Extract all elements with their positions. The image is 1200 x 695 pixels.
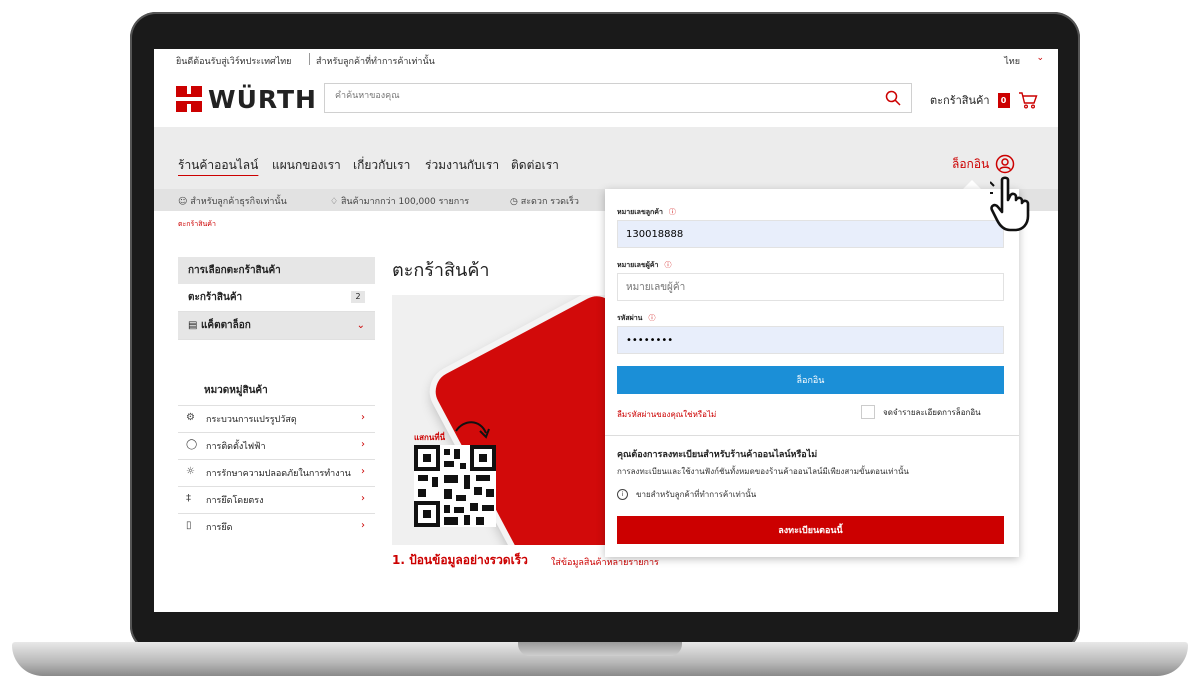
chevron-down-icon[interactable]: ⌄	[1036, 53, 1044, 63]
benefit-products-text: สินค้ามากกว่า 100,000 รายการ	[340, 197, 470, 207]
chevron-right-icon: ›	[361, 466, 365, 477]
scan-here-label: แสกนที่นี่	[414, 433, 446, 442]
cart-count-badge: 0	[997, 92, 1010, 108]
register-question: คุณต้องการลงทะเบียนสำหรับร้านค้าออนไลน์ห…	[617, 450, 818, 460]
category-label: การยึด	[206, 523, 233, 533]
site-header: WÜRTH ตะกร้าสินค้า 0	[154, 71, 1058, 127]
qr-code-icon	[414, 445, 496, 527]
category-item[interactable]: ‡ การยึดโดยตรง ›	[178, 486, 375, 513]
cart-sidebar: การเลือกตะกร้าสินค้า ตะกร้าสินค้า 2 ▤ แค…	[178, 257, 375, 340]
processing-icon: ⚙	[186, 412, 195, 423]
sidebar-item-cart[interactable]: ตะกร้าสินค้า 2	[178, 284, 375, 312]
category-item[interactable]: ☼ การรักษาความปลอดภัยในการทำงาน ›	[178, 459, 375, 486]
login-link[interactable]: ล็อกอิน	[952, 154, 1015, 174]
hand-pointer-cursor-icon	[990, 176, 1030, 232]
benefit-fast: ◷ สะดวก รวดเร็ว	[510, 197, 579, 207]
search-box[interactable]	[324, 83, 912, 113]
password-field[interactable]	[617, 326, 1004, 354]
catalog-icon: ▤	[188, 320, 198, 331]
nav-contact[interactable]: ติดต่อเรา	[511, 156, 559, 175]
category-label: การติดตั้งไฟฟ้า	[206, 442, 266, 452]
forgot-password-link[interactable]: ลืมรหัสผ่านของคุณใช่หรือไม่	[617, 408, 716, 421]
screw-icon: ‡	[186, 493, 191, 504]
step-subtitle: ใส่ข้อมูลสินค้าหลายรายการ	[551, 558, 659, 568]
login-link-label: ล็อกอิน	[952, 156, 990, 171]
sidebar-item-catalog[interactable]: ▤ แค็ตตาล็อก ⌄	[178, 312, 375, 340]
search-icon[interactable]	[885, 90, 901, 106]
lightbulb-icon: ◯	[186, 439, 198, 450]
info-icon[interactable]: ⓘ	[669, 208, 676, 216]
nav-about-us[interactable]: เกี่ยวกับเรา	[353, 156, 410, 175]
register-button[interactable]: ลงทะเบียนตอนนี้	[617, 516, 1004, 544]
user-icon[interactable]	[995, 154, 1015, 174]
search-input[interactable]	[333, 90, 877, 102]
chevron-right-icon: ›	[361, 412, 365, 423]
category-item[interactable]: ⚙ กระบวนการแปรรูปวัสดุ ›	[178, 405, 375, 432]
wurth-logo-icon	[176, 86, 202, 112]
language-selector[interactable]: ไทย	[1004, 54, 1020, 68]
browser-screen: ยินดีต้อนรับสู่เวิร์ทประเทศไทย สำหรับลูก…	[154, 49, 1058, 612]
page-title: ตะกร้าสินค้า	[392, 260, 490, 281]
sidebar-item-cart-label: ตะกร้าสินค้า	[188, 292, 243, 303]
user-number-field[interactable]	[617, 273, 1004, 301]
nav-departments[interactable]: แผนกของเรา	[272, 156, 341, 175]
step-title: 1. ป้อนข้อมูลอย่างรวดเร็ว	[392, 553, 528, 567]
category-label: การยึดโดยตรง	[206, 496, 264, 506]
info-icon: i	[617, 489, 628, 500]
panel-divider	[605, 435, 1019, 436]
topbar-divider	[309, 53, 310, 65]
categories-title: หมวดหมู่สินค้า	[204, 385, 268, 396]
chevron-right-icon: ›	[361, 520, 365, 531]
top-info-bar: ยินดีต้อนรับสู่เวิร์ทประเทศไทย สำหรับลูก…	[154, 49, 1058, 71]
login-dropdown-panel: หมายเลขลูกค้าⓘ หมายเลขผู้ค้าⓘ รหัสผ่านⓘ …	[605, 189, 1019, 557]
customer-number-label-text: หมายเลขลูกค้า	[617, 208, 663, 216]
category-label: การรักษาความปลอดภัยในการทำงาน	[206, 469, 351, 479]
password-label: รหัสผ่าน ⓘ	[617, 313, 655, 324]
nav-online-shop[interactable]: ร้านค้าออนไลน์	[178, 156, 258, 175]
login-button[interactable]: ล็อกอิน	[617, 366, 1004, 394]
register-note-text: ขายสำหรับลูกค้าที่ทำการค้าเท่านั้น	[636, 490, 757, 499]
info-icon[interactable]: ⓘ	[648, 314, 655, 322]
cart-label: ตะกร้าสินค้า	[930, 94, 990, 107]
remember-login-checkbox[interactable]: จดจำรายละเอียดการล็อกอิน	[861, 405, 981, 419]
business-only-text: สำหรับลูกค้าที่ทำการค้าเท่านั้น	[316, 57, 435, 67]
shopping-cart-icon[interactable]	[1018, 91, 1038, 109]
breadcrumb[interactable]: ตะกร้าสินค้า	[178, 219, 216, 230]
customer-number-label: หมายเลขลูกค้า ⓘ	[617, 207, 676, 218]
info-icon[interactable]: ⓘ	[664, 261, 671, 269]
remember-login-label: จดจำรายละเอียดการล็อกอิน	[883, 407, 981, 417]
chevron-right-icon: ›	[361, 439, 365, 450]
benefit-fast-text: สะดวก รวดเร็ว	[520, 197, 579, 207]
welcome-text: ยินดีต้อนรับสู่เวิร์ทประเทศไทย	[176, 57, 292, 67]
login-panel-caret	[963, 180, 981, 189]
chevron-right-icon: ›	[361, 493, 365, 504]
category-label: กระบวนการแปรรูปวัสดุ	[206, 415, 297, 425]
chevron-down-icon[interactable]: ⌄	[357, 312, 365, 339]
laptop-notch	[518, 642, 682, 656]
password-label-text: รหัสผ่าน	[617, 314, 643, 322]
anchor-icon: ▯	[186, 520, 192, 531]
curved-arrow-icon	[455, 421, 490, 439]
categories-list: ⚙ กระบวนการแปรรูปวัสดุ › ◯ การติดตั้งไฟฟ…	[178, 405, 375, 540]
checkbox-box[interactable]	[861, 405, 875, 419]
register-description: การลงทะเบียนและใช้งานฟังก์ชันทั้งหมดของร…	[617, 467, 909, 476]
user-number-label: หมายเลขผู้ค้า ⓘ	[617, 260, 671, 271]
benefit-products: ♢ สินค้ามากกว่า 100,000 รายการ	[330, 197, 470, 207]
cart-item-count: 2	[351, 291, 365, 303]
benefit-business: ☺ สำหรับลูกค้าธุรกิจเท่านั้น	[178, 197, 287, 207]
logo-text: WÜRTH	[208, 84, 317, 114]
sidebar-heading: การเลือกตะกร้าสินค้า	[178, 257, 375, 284]
cart-link[interactable]: ตะกร้าสินค้า 0	[930, 91, 1038, 109]
main-navigation: ร้านค้าออนไลน์ แผนกของเรา เกี่ยวกับเรา ร…	[154, 127, 1058, 189]
customer-number-field[interactable]	[617, 220, 1004, 248]
headphones-icon: ☼	[186, 466, 195, 477]
category-item[interactable]: ▯ การยึด ›	[178, 513, 375, 540]
register-note: i ขายสำหรับลูกค้าที่ทำการค้าเท่านั้น	[617, 488, 756, 501]
wurth-logo[interactable]: WÜRTH	[176, 83, 317, 115]
nav-careers[interactable]: ร่วมงานกับเรา	[425, 156, 499, 175]
user-number-label-text: หมายเลขผู้ค้า	[617, 261, 659, 269]
benefit-business-text: สำหรับลูกค้าธุรกิจเท่านั้น	[190, 197, 287, 207]
sidebar-item-catalog-label: แค็ตตาล็อก	[200, 320, 251, 331]
category-item[interactable]: ◯ การติดตั้งไฟฟ้า ›	[178, 432, 375, 459]
